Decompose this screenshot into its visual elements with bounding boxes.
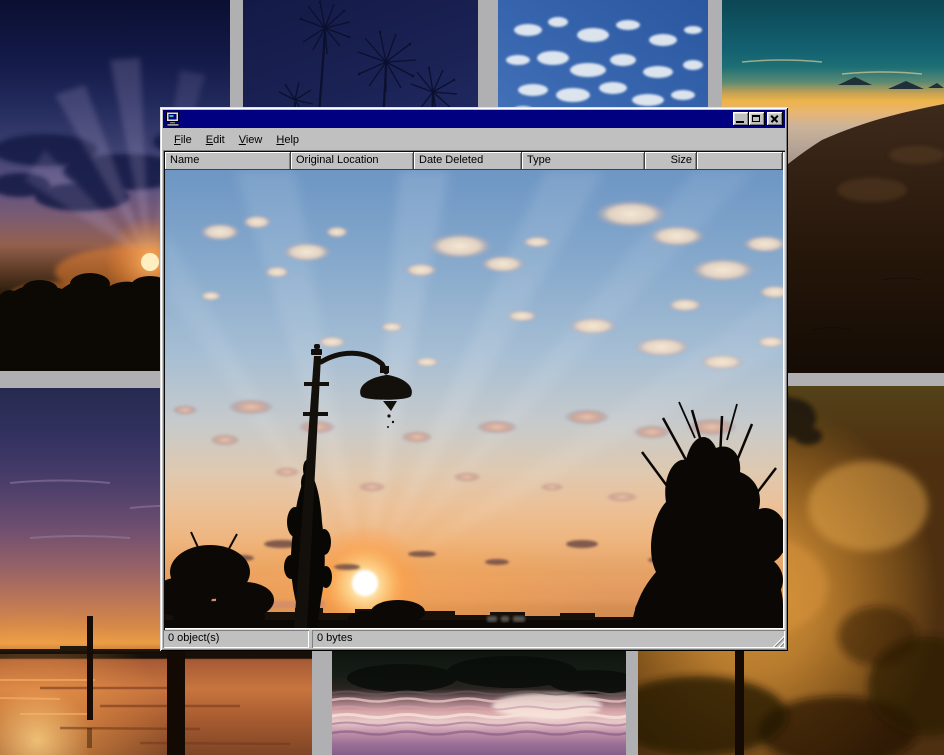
column-header-date-deleted[interactable]: Date Deleted [414,152,522,170]
computer-icon[interactable] [165,111,181,127]
column-header-name[interactable]: Name [165,152,291,170]
minimize-icon [736,121,744,123]
recycle-bin-window: File Edit View Help Name Original Locati… [160,107,788,651]
minimize-button[interactable] [733,112,749,126]
column-header-row: Name Original Location Date Deleted Type… [165,152,783,170]
menu-item-view[interactable]: View [232,132,270,148]
maximize-button[interactable] [749,112,765,126]
desktop: File Edit View Help Name Original Locati… [0,0,944,755]
sunset-photo-art [165,170,783,628]
titlebar[interactable] [163,110,785,128]
menu-item-help[interactable]: Help [269,132,306,148]
menu-item-file[interactable]: File [167,132,199,148]
status-object-count: 0 object(s) [163,630,309,648]
menubar: File Edit View Help [163,130,785,149]
close-button[interactable] [767,112,783,126]
column-header-blank[interactable] [697,152,783,170]
maximize-icon [752,115,760,122]
column-header-type[interactable]: Type [522,152,645,170]
sunset-wallpaper-photo[interactable] [165,170,783,628]
status-byte-count: 0 bytes [312,630,785,648]
column-header-original-location[interactable]: Original Location [291,152,414,170]
menu-item-edit[interactable]: Edit [199,132,232,148]
column-header-size[interactable]: Size [645,152,697,170]
file-list-view[interactable]: Name Original Location Date Deleted Type… [163,150,785,630]
watermark-smudge [487,616,525,622]
statusbar: 0 object(s) 0 bytes [163,630,785,648]
